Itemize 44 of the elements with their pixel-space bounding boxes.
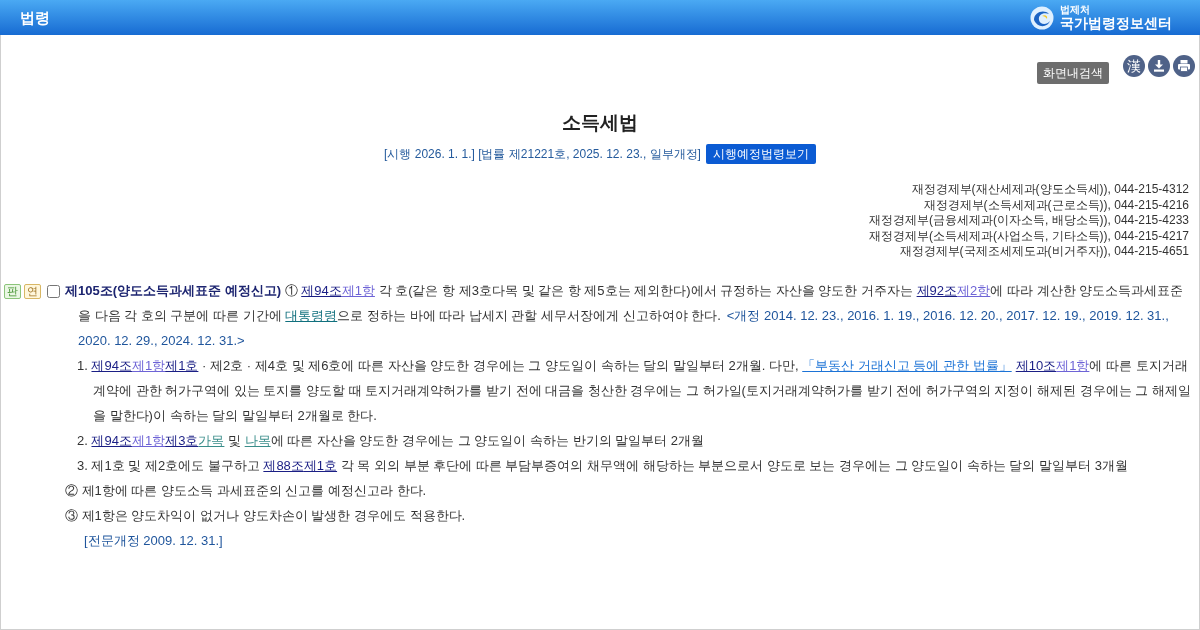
revision-note: [전문개정 2009. 12. 31.] <box>83 532 223 548</box>
sub-item-link[interactable]: 가목 <box>198 432 225 448</box>
clause-link[interactable]: 제1항 <box>341 282 375 298</box>
upcoming-law-button[interactable]: 시행예정법령보기 <box>705 144 816 164</box>
download-icon[interactable] <box>1148 55 1170 77</box>
contact-line: 재정경제부(소득세제과(근로소득)), 044-215-4216 <box>923 197 1189 213</box>
logo-title: 국가법령정보센터 <box>1060 15 1172 31</box>
list-item-text: 1. 제94조제1항제1호 · 제2호 · 제4호 및 제6호에 따른 자산을 양도한 경우에는 그 양도일이 속하는 달의 말일부터 2개월. 다만, 「부동산 거래신고 등에 관한 법률」 제10조제1항에 따른 토지거래계약에 관한 허가구역에 있는 토지를 양도할 때 토지거래계약허가를 받기 전에 대금을 청산한 경우에는 그 허가일(토지거래계약허가를 받기 전에 허가구역의 지정이 해제된 경우에는 그 해제일을 말한다)이 속하는 달의 말일부터 2개월로 한다. <box>77 357 1191 423</box>
clause-link[interactable]: 제1항 <box>131 357 166 373</box>
article-link[interactable]: 제10조 <box>1015 357 1057 373</box>
article-link[interactable]: 제94조 <box>91 432 132 448</box>
history-tag-button[interactable]: 연 <box>24 283 41 299</box>
list-item-text: 2. 제94조제1항제3호가목 및 나목에 따른 자산을 양도한 경우에는 그 양도일이 속하는 반기의 말일부터 2개월 <box>77 432 704 448</box>
contact-line: 재정경제부(재산세제과(양도소득세)), 044-215-4312 <box>911 182 1189 198</box>
print-icon[interactable] <box>1173 55 1195 77</box>
list-item-text: 3. 제1호 및 제2호에도 불구하고 제88조제1호 각 목 외의 부분 후단에 따른 부담부증여의 채무액에 해당하는 부분으로서 양도로 보는 경우에는 그 양도일이 속하는 달의 말일부터 3개월 <box>77 457 1128 473</box>
contact-line: 재정경제부(소득세제과(사업소득, 기타소득)), 044-215-4217 <box>868 228 1189 244</box>
article-paragraph: ② 제1항에 따른 양도소득 과세표준의 신고를 예정신고라 한다. <box>65 482 427 498</box>
article-paragraph: 제105조(양도소득과세표준 예정신고) ① 제94조제1항 각 호(같은 항 제3호다목 및 같은 항 제5호는 제외한다)에서 규정하는 자산을 양도한 거주자는 제92조제2항에 따라 계산한 양도소득과세표준을 다음 각 호의 구분에 따른 기간에 대통령령 으로 정하는 바에 따라 납세지 관할 세무서장에게 신고하여야 한다. <개정 2014. 12. 23., 2016. 1. 19., 2016. 12. 20., 2017. 12. 19., 2019. 12. 31., 2020. 12. 29., 2024. 12. 31.> <box>65 282 1184 348</box>
logo-caption: 법제처 <box>1060 4 1090 15</box>
swirl-logo-icon <box>1030 5 1054 30</box>
article-link[interactable]: 제94조 <box>91 357 132 373</box>
item-link[interactable]: 제1호 <box>165 357 199 373</box>
sub-item-link[interactable]: 나목 <box>244 432 271 448</box>
act-link[interactable]: 「부동산 거래신고 등에 관한 법률」 <box>802 357 1012 373</box>
clause-link[interactable]: 제1항 <box>131 432 166 448</box>
enforcement-info: [시행 2026. 1. 1.] [법률 제21221호, 2025. 12. 23., 일부개정] <box>384 146 701 162</box>
page-title: 법령 <box>20 10 50 25</box>
clause-link[interactable]: 제2항 <box>957 282 991 298</box>
in-page-search-button[interactable]: 화면내검색 <box>1037 62 1109 84</box>
article-paragraph: ③ 제1항은 양도차익이 없거나 양도차손이 발생한 경우에도 적용한다. <box>65 507 466 523</box>
law-title: 소득세법 <box>562 111 638 135</box>
contact-line: 재정경제부(금융세제과(이자소득, 배당소득)), 044-215-4233 <box>868 213 1189 229</box>
article-link[interactable]: 제88조 <box>263 457 304 473</box>
article-link[interactable]: 제92조 <box>916 282 958 298</box>
hanja-button[interactable]: 漢 <box>1123 55 1145 77</box>
clause-link[interactable]: 제1항 <box>1056 357 1090 373</box>
decree-link[interactable]: 대통령령 <box>285 307 338 323</box>
item-link[interactable]: 제3호 <box>165 432 199 448</box>
article-link[interactable]: 제94조 <box>301 282 342 298</box>
item-link[interactable]: 제1호 <box>303 457 338 473</box>
article-checkbox[interactable] <box>47 284 60 298</box>
case-tag-button[interactable]: 판 <box>4 283 21 299</box>
contact-line: 재정경제부(국제조세제도과(비거주자)), 044-215-4651 <box>899 244 1189 260</box>
